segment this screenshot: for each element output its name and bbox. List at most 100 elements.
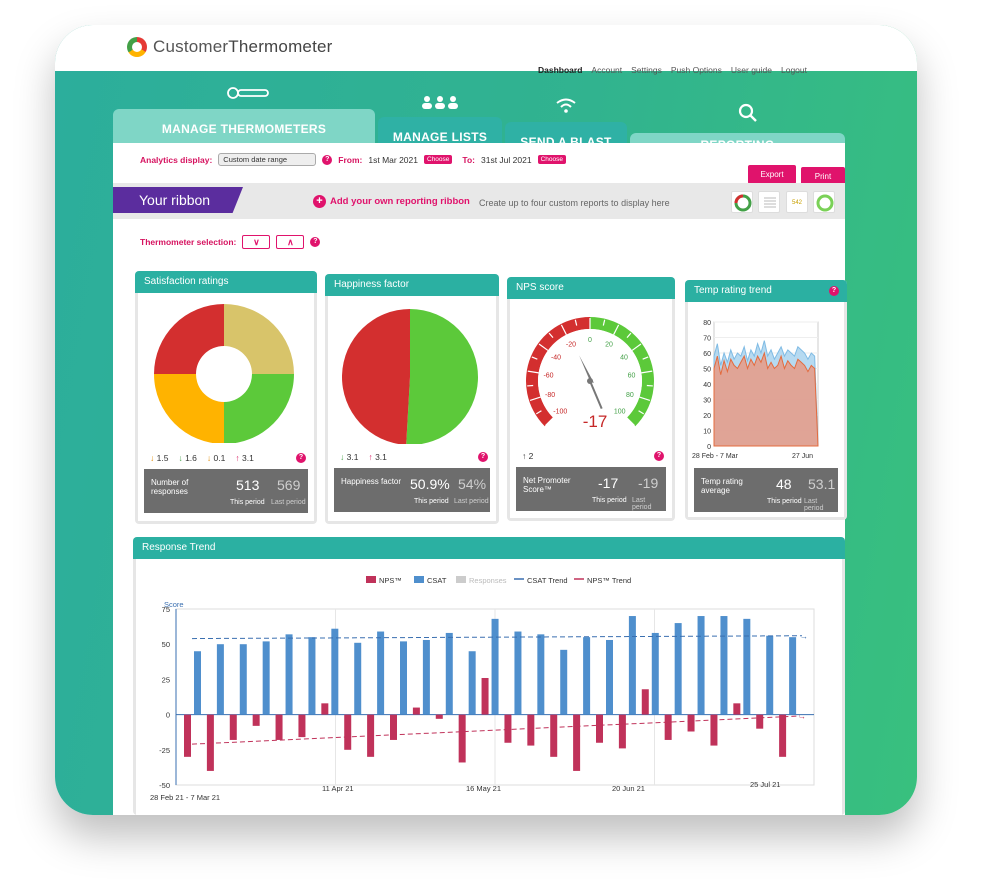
last-period-label: Last period xyxy=(454,498,489,505)
csat-bar xyxy=(194,651,201,715)
nps-changes: ↑ 2 xyxy=(522,451,533,461)
mini-responses-icon[interactable]: 542 xyxy=(786,191,808,213)
response-trend-card: Response Trend Score 75 50 25 0 -25 -50 → → 28 Fe… xyxy=(133,537,845,815)
date-range-select[interactable]: Custom date range xyxy=(218,153,317,166)
x-tick-label: 27 Jun xyxy=(792,453,813,460)
csat-bar xyxy=(445,632,453,715)
help-icon[interactable]: ? xyxy=(322,154,333,165)
x-tick-label: 25 Jul 21 xyxy=(750,780,780,789)
logo-icon xyxy=(127,37,147,57)
nps-bar xyxy=(687,714,695,732)
csat-bar xyxy=(514,631,522,715)
pie-slice xyxy=(224,374,294,444)
y-tick-label: 10 xyxy=(703,429,711,436)
gauge-tick-label: -60 xyxy=(543,372,553,379)
help-icon[interactable]: ? xyxy=(296,453,306,463)
app-window: CustomerThermometer Dashboard Account Se… xyxy=(55,25,917,815)
change-indicator: ↑ 2 xyxy=(522,451,533,461)
change-arrow-icon: ↓ xyxy=(206,453,214,463)
legend-swatch xyxy=(366,576,376,583)
happiness-title: Happiness factor xyxy=(325,274,499,296)
nav-settings[interactable]: Settings xyxy=(631,65,662,75)
choose-to-button[interactable]: Choose xyxy=(537,155,566,164)
mini-gauge-icon[interactable] xyxy=(731,191,753,213)
help-icon[interactable]: ? xyxy=(310,237,321,247)
nps-bar xyxy=(390,714,397,740)
pie-slice xyxy=(341,309,410,445)
csat-bar xyxy=(216,644,224,715)
nps-bar xyxy=(779,714,787,757)
nav-logout[interactable]: Logout xyxy=(781,65,807,75)
change-indicator: ↑ 3.1 xyxy=(368,452,386,462)
temp-card: Temp rating trend ? 0 10 20 30 40 50 60 70 80 28 … xyxy=(685,280,847,520)
logo[interactable]: CustomerThermometer xyxy=(127,37,333,57)
help-icon[interactable]: ? xyxy=(478,452,488,462)
nps-bar xyxy=(412,707,420,715)
pie-slice xyxy=(224,304,294,374)
change-arrow-icon: ↓ xyxy=(150,453,157,463)
nav-dashboard[interactable]: Dashboard xyxy=(538,65,582,75)
add-ribbon-button[interactable]: + Add your own reporting ribbon xyxy=(313,195,470,208)
nps-bar xyxy=(504,714,512,743)
change-value: 2 xyxy=(528,451,534,461)
gauge-tick-label: 100 xyxy=(614,409,626,416)
gauge-tick-label: 40 xyxy=(620,354,628,361)
change-indicator: ↑ 3.1 xyxy=(235,453,253,463)
to-value: 31st Jul 2021 xyxy=(481,154,532,165)
csat-bar xyxy=(743,618,751,715)
nps-bar xyxy=(733,703,741,715)
from-value: 1st Mar 2021 xyxy=(368,154,418,165)
change-indicator: ↓ 3.1 xyxy=(340,452,358,462)
nps-bar xyxy=(596,714,603,743)
select-up-button[interactable]: ∧ xyxy=(276,235,305,249)
nps-bar xyxy=(710,714,718,746)
nps-bar xyxy=(321,703,329,715)
stat-label: Number of responses xyxy=(151,478,189,496)
tab-manage-thermometers[interactable]: MANAGE THERMOMETERS xyxy=(113,109,375,147)
this-period-label: This period xyxy=(592,497,627,504)
y-tick-label: 80 xyxy=(703,320,711,327)
pie-slice xyxy=(406,309,478,445)
this-period-label: This period xyxy=(767,498,802,505)
change-value: 3.1 xyxy=(375,452,387,462)
nps-bar xyxy=(458,714,466,763)
csat-bar xyxy=(720,616,728,715)
nps-bar xyxy=(573,714,581,771)
help-icon[interactable]: ? xyxy=(654,451,664,461)
happiness-pie-chart xyxy=(341,309,478,445)
gauge-tick-label: -100 xyxy=(553,409,567,416)
change-value: 0.1 xyxy=(213,453,226,463)
csat-bar xyxy=(308,637,316,715)
nps-bar xyxy=(550,714,558,757)
nav-account[interactable]: Account xyxy=(591,65,622,75)
gauge-tick-label: -40 xyxy=(551,354,561,361)
csat-bar xyxy=(789,637,797,715)
export-button[interactable]: Export xyxy=(748,165,796,184)
select-down-button[interactable]: ∨ xyxy=(242,235,271,249)
change-indicator: ↓ 1.5 xyxy=(150,453,168,463)
y-tick-label: 75 xyxy=(162,605,170,614)
csat-bar xyxy=(354,642,362,715)
pie-slice xyxy=(154,304,224,374)
csat-bar xyxy=(628,616,636,715)
temp-trend-chart: 0 10 20 30 40 50 60 70 80 28 Feb - 7 Mar 27 Jun xyxy=(692,320,819,460)
mini-ring-icon[interactable] xyxy=(813,191,835,213)
happiness-card: Happiness factor ↓ 3.1 ↑ 3.1 ? Happiness … xyxy=(325,274,499,524)
gauge-hub xyxy=(587,378,593,384)
plus-icon: + xyxy=(313,195,326,208)
satisfaction-donut-chart xyxy=(154,304,294,444)
area-series xyxy=(713,351,819,447)
help-icon[interactable]: ? xyxy=(829,286,839,296)
nav-push-options[interactable]: Push Options xyxy=(671,65,722,75)
nav-user-guide[interactable]: User guide xyxy=(731,65,772,75)
change-arrow-icon: ↓ xyxy=(340,452,347,462)
nps-bar xyxy=(229,714,237,740)
mini-list-icon[interactable] xyxy=(758,191,780,213)
choose-from-button[interactable]: Choose xyxy=(424,155,453,164)
temp-stat: Temp rating average 48 53.1 This period … xyxy=(694,468,838,512)
users-icon xyxy=(422,96,458,109)
csat-bar xyxy=(239,644,247,715)
gauge-tick-label: 0 xyxy=(588,337,592,344)
this-period-value: 50.9% xyxy=(410,476,450,492)
thermometer-selection: Thermometer selection: ∨ ∧ ? xyxy=(140,235,321,249)
